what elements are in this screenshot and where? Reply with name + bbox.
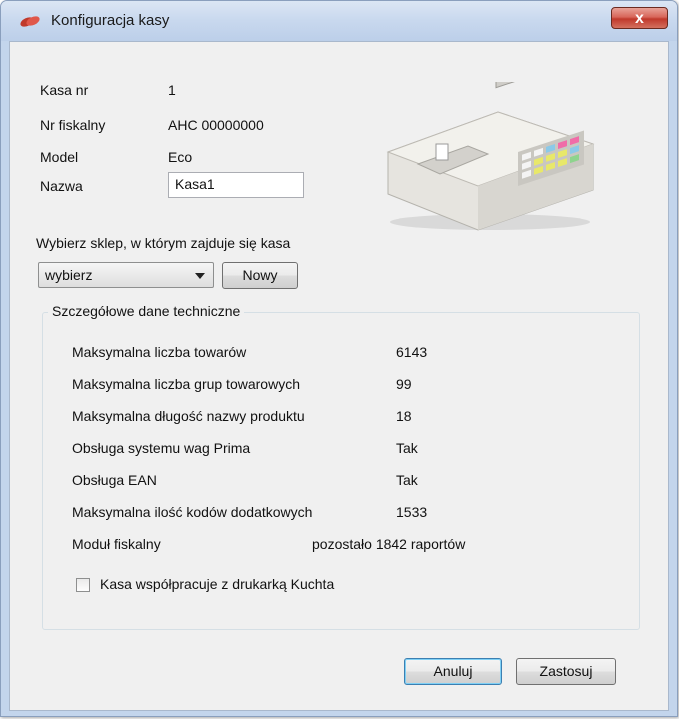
window-title: Konfiguracja kasy xyxy=(51,12,170,29)
detail-label: Maksymalna ilość kodów dodatkowych xyxy=(72,504,313,520)
detail-value: pozostało 1842 raportów xyxy=(312,536,466,552)
name-label: Nazwa xyxy=(40,178,83,194)
shop-dropdown[interactable]: wybierz xyxy=(38,262,214,288)
model-label: Model xyxy=(40,149,79,165)
detail-label: Moduł fiskalny xyxy=(72,536,161,552)
dialog-window: Konfiguracja kasy x Kasa nr 1 Nr fiskaln… xyxy=(0,0,678,717)
fiscal-number-value: AHC 00000000 xyxy=(168,117,264,133)
detail-label: Maksymalna długość nazwy produktu xyxy=(72,408,305,424)
close-button[interactable]: x xyxy=(611,7,668,29)
dialog-body: Kasa nr 1 Nr fiskalny AHC 00000000 Model… xyxy=(9,41,669,711)
kitchen-printer-checkbox-label[interactable]: Kasa współpracuje z drukarką Kuchta xyxy=(100,576,334,592)
detail-label: Obsługa EAN xyxy=(72,472,157,488)
detail-value: 18 xyxy=(396,408,412,424)
detail-value: Tak xyxy=(396,472,418,488)
shop-label: Wybierz sklep, w którym zajduje się kasa xyxy=(36,235,291,251)
register-number-label: Kasa nr xyxy=(40,82,89,98)
chevron-down-icon xyxy=(195,273,205,279)
detail-value: 1533 xyxy=(396,504,428,520)
register-number-value: 1 xyxy=(168,82,176,98)
detail-label: Obsługa systemu wag Prima xyxy=(72,440,251,456)
cancel-button[interactable]: Anuluj xyxy=(404,658,502,685)
detail-value: 6143 xyxy=(396,344,428,360)
name-input[interactable]: Kasa1 xyxy=(168,172,304,198)
detail-value: 99 xyxy=(396,376,412,392)
model-value: Eco xyxy=(168,149,193,165)
title-bar[interactable]: Konfiguracja kasy x xyxy=(1,1,677,41)
shop-dropdown-value: wybierz xyxy=(45,267,93,283)
new-shop-button[interactable]: Nowy xyxy=(222,262,298,289)
app-logo-icon xyxy=(20,16,40,27)
apply-button[interactable]: Zastosuj xyxy=(516,658,616,685)
fiscal-number-label: Nr fiskalny xyxy=(40,117,106,133)
detail-label: Maksymalna liczba towarów xyxy=(72,344,247,360)
detail-label: Maksymalna liczba grup towarowych xyxy=(72,376,300,392)
technical-details-title: Szczegółowe dane techniczne xyxy=(48,303,245,319)
cash-register-image xyxy=(386,82,595,231)
detail-value: Tak xyxy=(396,440,418,456)
kitchen-printer-checkbox[interactable] xyxy=(76,578,90,592)
